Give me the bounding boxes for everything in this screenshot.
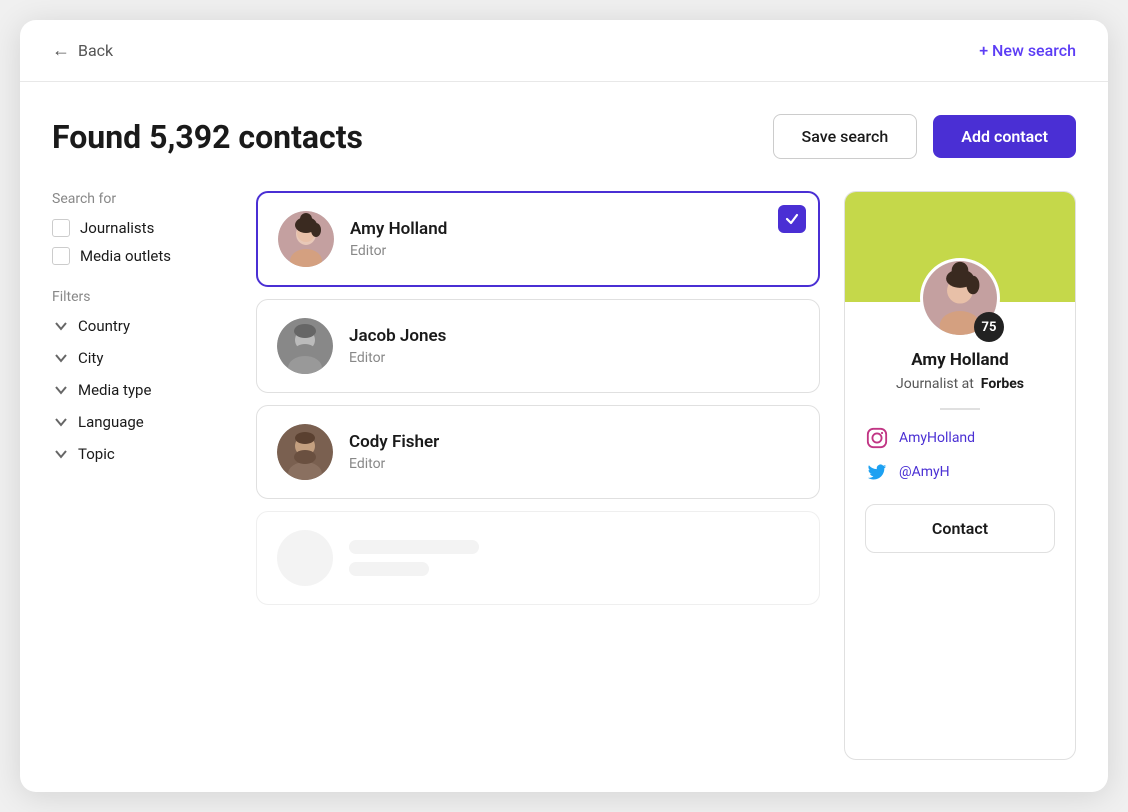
role-prefix: Journalist at: [896, 376, 974, 392]
contact-name-amy-holland: Amy Holland: [350, 219, 447, 239]
contact-role-cody-fisher: Editor: [349, 456, 439, 472]
chevron-country-icon: [52, 317, 70, 335]
back-button[interactable]: ← Back: [52, 40, 113, 61]
avatar-img-cody: [277, 424, 333, 480]
filters-section-label: Filters: [52, 289, 232, 305]
filter-language[interactable]: Language: [52, 413, 232, 431]
chevron-mediatype-icon: [52, 381, 70, 399]
filter-language-label: Language: [78, 413, 144, 431]
skeleton-avatar: [277, 530, 333, 586]
instagram-svg: [866, 427, 888, 449]
media-outlets-label: Media outlets: [80, 247, 171, 265]
twitter-icon: [865, 460, 889, 484]
header-actions: Save search Add contact: [773, 114, 1076, 159]
score-badge: 75: [974, 312, 1004, 342]
sidebar: Search for Journalists Media outlets Fil…: [52, 191, 232, 760]
contact-list: Amy Holland Editor: [256, 191, 820, 760]
chevron-city-icon: [52, 349, 70, 367]
new-search-button[interactable]: + New search: [979, 41, 1076, 60]
search-type-media-outlets[interactable]: Media outlets: [52, 247, 232, 265]
avatar-cody-fisher: [277, 424, 333, 480]
top-nav: ← Back + New search: [20, 20, 1108, 82]
detail-divider: [940, 408, 980, 410]
back-arrow-icon: ←: [52, 40, 70, 61]
contact-card-cody-fisher[interactable]: Cody Fisher Editor: [256, 405, 820, 499]
journalists-checkbox[interactable]: [52, 219, 70, 237]
avatar-img-jacob: [277, 318, 333, 374]
detail-contact-name: Amy Holland: [911, 350, 1008, 370]
filter-country-label: Country: [78, 317, 130, 335]
detail-body: Amy Holland Journalist at Forbes: [845, 302, 1075, 573]
contact-info-cody-fisher: Cody Fisher Editor: [349, 432, 439, 472]
filter-media-type[interactable]: Media type: [52, 381, 232, 399]
contact-name-jacob-jones: Jacob Jones: [349, 326, 446, 346]
back-label: Back: [78, 41, 113, 60]
media-outlets-checkbox[interactable]: [52, 247, 70, 265]
contact-card-skeleton: [256, 511, 820, 605]
search-section-label: Search for: [52, 191, 232, 207]
contact-role-amy-holland: Editor: [350, 243, 447, 259]
contact-card-jacob-jones[interactable]: Jacob Jones Editor: [256, 299, 820, 393]
contact-info-jacob-jones: Jacob Jones Editor: [349, 326, 446, 366]
body-layout: Search for Journalists Media outlets Fil…: [52, 191, 1076, 760]
search-type-list: Journalists Media outlets: [52, 219, 232, 265]
detail-panel: 75 Amy Holland Journalist at Forbes: [844, 191, 1076, 760]
filter-country[interactable]: Country: [52, 317, 232, 335]
contact-button[interactable]: Contact: [865, 504, 1055, 553]
skeleton-role-line: [349, 562, 429, 576]
contact-name-cody-fisher: Cody Fisher: [349, 432, 439, 452]
skeleton-info: [349, 540, 479, 576]
avatar-img-amy: [278, 211, 334, 267]
filter-list: Country City Media type Language: [52, 317, 232, 463]
found-contacts-title: Found 5,392 contacts: [52, 118, 363, 156]
social-links: AmyHolland @AmyH: [865, 426, 1055, 484]
contact-info-amy-holland: Amy Holland Editor: [350, 219, 447, 259]
twitter-link[interactable]: @AmyH: [865, 460, 1055, 484]
filter-city[interactable]: City: [52, 349, 232, 367]
contact-card-amy-holland[interactable]: Amy Holland Editor: [256, 191, 820, 287]
app-window: ← Back + New search Found 5,392 contacts…: [20, 20, 1108, 792]
twitter-svg: [866, 461, 888, 483]
contact-role-jacob-jones: Editor: [349, 350, 446, 366]
instagram-link[interactable]: AmyHolland: [865, 426, 1055, 450]
header-row: Found 5,392 contacts Save search Add con…: [52, 114, 1076, 159]
avatar-jacob-jones: [277, 318, 333, 374]
detail-company: Forbes: [981, 376, 1024, 392]
main-content: Found 5,392 contacts Save search Add con…: [20, 82, 1108, 792]
instagram-icon: [865, 426, 889, 450]
detail-banner: 75: [845, 192, 1075, 302]
twitter-handle: @AmyH: [899, 464, 950, 480]
avatar-amy-holland: [278, 211, 334, 267]
check-icon: [785, 212, 799, 226]
add-contact-button[interactable]: Add contact: [933, 115, 1076, 158]
detail-avatar-wrap: 75: [920, 258, 1000, 338]
instagram-handle: AmyHolland: [899, 430, 975, 446]
save-search-button[interactable]: Save search: [773, 114, 918, 159]
selected-check-amy-holland: [778, 205, 806, 233]
chevron-language-icon: [52, 413, 70, 431]
search-type-journalists[interactable]: Journalists: [52, 219, 232, 237]
chevron-topic-icon: [52, 445, 70, 463]
skeleton-name-line: [349, 540, 479, 554]
detail-contact-role: Journalist at Forbes: [896, 376, 1024, 392]
filter-topic-label: Topic: [78, 445, 115, 463]
filter-media-type-label: Media type: [78, 381, 151, 399]
filter-topic[interactable]: Topic: [52, 445, 232, 463]
journalists-label: Journalists: [80, 219, 154, 237]
filter-city-label: City: [78, 349, 103, 367]
